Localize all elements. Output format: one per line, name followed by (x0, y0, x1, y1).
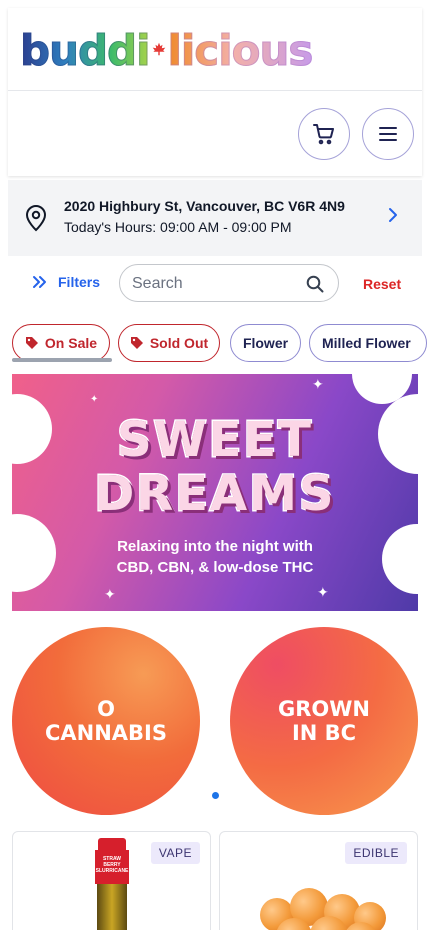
search-box[interactable] (119, 264, 339, 302)
filters-label: Filters (58, 274, 101, 290)
chip-label: On Sale (44, 335, 98, 351)
chips-scrollbar[interactable] (12, 358, 112, 362)
product-packaging-label: STRAW BERRY SLURRICANE (95, 850, 129, 884)
search-icon[interactable] (306, 275, 324, 293)
search-input[interactable] (132, 273, 302, 295)
brand-name-part2: licious (167, 25, 314, 75)
sparkle-icon: ✦ (90, 394, 99, 405)
category-label-line1: GROWN (278, 697, 370, 721)
chip-flower[interactable]: Flower (230, 324, 301, 362)
product-card[interactable]: EDIBLE (219, 831, 418, 930)
banner-title-line2: DREAMS (93, 465, 336, 524)
store-address: 2020 Highbury St, Vancouver, BC V6R 4N9 (64, 198, 345, 214)
category-label-line2: IN BC (291, 721, 357, 745)
category-label-line2: CANNABIS (44, 721, 167, 745)
chip-sold-out[interactable]: Sold Out (118, 324, 220, 362)
product-card[interactable]: STRAW BERRY SLURRICANE VAPE (12, 831, 211, 930)
category-circle-grown-in-bc[interactable]: GROWN IN BC (230, 627, 418, 815)
store-hours: Today's Hours: 09:00 AM - 09:00 PM (64, 219, 292, 235)
double-chevron-right-icon (33, 276, 46, 288)
site-header: buddi licious (8, 8, 422, 176)
header-divider (8, 90, 422, 91)
sparkle-icon: ✦ (312, 376, 324, 392)
brand-logo[interactable]: buddi licious (20, 22, 314, 78)
product-category-badge: EDIBLE (345, 842, 407, 864)
product-category-badge: VAPE (150, 842, 200, 864)
store-selector[interactable]: 2020 Highbury St, Vancouver, BC V6R 4N9 … (8, 180, 422, 256)
menu-button[interactable] (362, 108, 414, 160)
cart-button[interactable] (298, 108, 350, 160)
sparkle-icon: ✦ (317, 584, 329, 600)
chip-on-sale[interactable]: On Sale (12, 324, 110, 362)
page: buddi licious 2020 Highbury St, Vancouve… (0, 0, 429, 930)
chip-milled-flower[interactable]: Milled Flower (309, 324, 427, 362)
filter-row: Filters Reset (0, 264, 429, 304)
carousel-indicator-dot[interactable] (212, 792, 219, 799)
category-label: GROWN IN BC (278, 697, 370, 745)
hamburger-menu-icon (379, 127, 397, 141)
tag-icon (130, 337, 143, 349)
vape-product-image: STRAW BERRY SLURRICANE (95, 838, 129, 930)
sparkle-icon: ✦ (104, 586, 116, 602)
category-label: O CANNABIS (45, 697, 167, 745)
category-label-line1: O (97, 697, 115, 721)
location-pin-icon (25, 205, 47, 232)
brand-name-part1: buddi (20, 25, 151, 75)
banner-title-line1: SWEET (116, 411, 313, 470)
chip-label: Sold Out (149, 335, 209, 351)
category-circle-o-cannabis[interactable]: O CANNABIS (12, 627, 200, 815)
filters-button[interactable]: Filters (32, 274, 100, 290)
chip-label: Milled Flower (322, 335, 411, 351)
banner-subtitle-line2: CBD, CBN, & low-dose THC (116, 559, 314, 576)
tag-icon (25, 337, 38, 349)
chevron-right-icon (389, 208, 397, 222)
shopping-cart-icon (313, 124, 334, 145)
chip-label: Flower (242, 335, 289, 351)
reset-button[interactable]: Reset (363, 276, 401, 292)
banner-subtitle-line1: Relaxing into the night with (117, 538, 313, 555)
promo-banner[interactable]: ✦ ✦ ✦ ✦ SWEET DREAMS Relaxing into the n… (12, 374, 418, 611)
maple-leaf-icon (152, 40, 166, 61)
